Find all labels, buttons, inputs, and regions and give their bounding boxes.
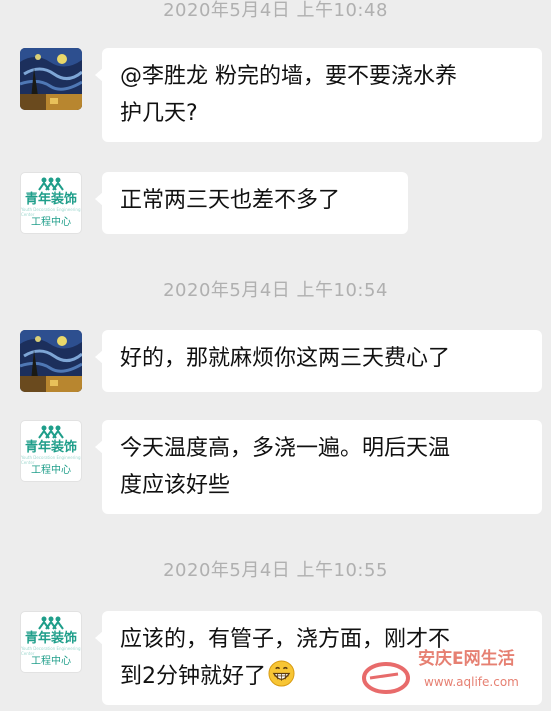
message-text: 到2分钟就好了 — [120, 664, 266, 689]
people-logo-icon — [38, 616, 64, 630]
message-line: 度应该好些 — [120, 473, 231, 498]
message-bubble[interactable]: 好的，那就麻烦你这两三天费心了 — [95, 330, 542, 392]
brand-tagline: Youth Decoration Engineering Center — [21, 646, 81, 656]
brand-subtitle: 工程中心 — [31, 217, 71, 228]
company-avatar[interactable]: 青年装饰 Youth Decoration Engineering Center… — [20, 420, 82, 482]
message-bubble[interactable]: 正常两三天也差不多了 — [95, 172, 408, 234]
grinning-face-emoji — [268, 660, 295, 687]
message-bubble[interactable]: @李胜龙 粉完的墙，要不要浇水养 护几天? — [95, 48, 542, 142]
message-line: 今天温度高，多浇一遍。明后天温 — [120, 436, 451, 461]
timestamp: 2020年5月4日 上午10:54 — [163, 280, 388, 301]
site-watermark: 安庆E网生活 www.aqlife.com — [362, 640, 548, 696]
message-bubble[interactable]: 今天温度高，多浇一遍。明后天温 度应该好些 — [95, 420, 542, 514]
timestamp: 2020年5月4日 上午10:55 — [163, 560, 388, 581]
company-avatar[interactable]: 青年装饰 Youth Decoration Engineering Center… — [20, 611, 82, 673]
brand-name: 青年装饰 — [24, 631, 77, 646]
people-logo-icon — [38, 425, 64, 439]
message-line: 正常两三天也差不多了 — [120, 188, 341, 213]
starry-night-avatar-image — [20, 48, 82, 110]
watermark-url: www.aqlife.com — [424, 675, 519, 689]
brand-tagline: Youth Decoration Engineering Center — [21, 207, 81, 217]
customer-avatar[interactable] — [20, 48, 82, 110]
message-line: 护几天? — [120, 101, 198, 126]
brand-subtitle: 工程中心 — [31, 465, 71, 476]
company-avatar[interactable]: 青年装饰 Youth Decoration Engineering Center… — [20, 172, 82, 234]
brand-name: 青年装饰 — [24, 440, 77, 455]
e-logo-icon: 安庆E网生活 www.aqlife.com — [362, 648, 519, 694]
brand-tagline: Youth Decoration Engineering Center — [21, 455, 81, 465]
message-line: 好的，那就麻烦你这两三天费心了 — [120, 346, 451, 371]
people-logo-icon — [38, 177, 64, 191]
watermark-title: 安庆E网生活 — [418, 648, 515, 669]
message-line: @李胜龙 粉完的墙，要不要浇水养 — [120, 64, 457, 89]
starry-night-avatar-image — [20, 330, 82, 392]
brand-subtitle: 工程中心 — [31, 656, 71, 667]
brand-name: 青年装饰 — [24, 192, 77, 207]
timestamp: 2020年5月4日 上午10:48 — [163, 0, 388, 21]
customer-avatar[interactable] — [20, 330, 82, 392]
